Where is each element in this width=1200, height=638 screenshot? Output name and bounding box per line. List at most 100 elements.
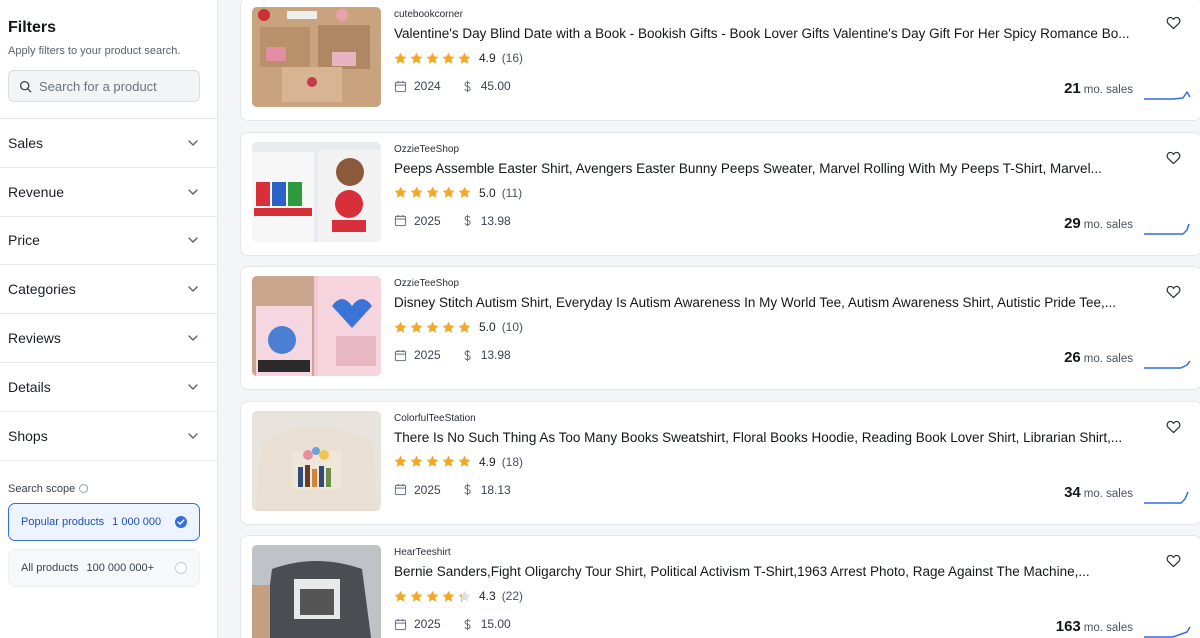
monthly-sales: 29 mo. sales [1064,215,1133,232]
scope-all-products[interactable]: All products 100 000 000+ [8,548,200,587]
sales-count: 26 [1064,349,1081,366]
product-results: cutebookcorner Valentine's Day Blind Date… [218,0,1200,638]
calendar-icon [394,80,407,92]
sales-sparkline [1144,491,1189,504]
heart-icon[interactable] [1166,420,1181,434]
filter-categories[interactable]: Categories [0,265,217,315]
filter-sales[interactable]: Sales [0,119,217,168]
sidebar-title: Filters [8,19,57,36]
rating: 4.3 (22) [394,589,523,603]
shop-name[interactable]: ColorfulTeeStation [394,413,476,424]
star-icon [458,321,471,333]
search-icon [19,80,32,92]
sidebar-subtitle: Apply filters to your product search. [8,45,181,57]
shop-name[interactable]: OzzieTeeShop [394,278,459,289]
filter-reviews[interactable]: Reviews [0,314,217,363]
product-meta: 2025 13.98 [394,214,511,228]
product-title[interactable]: Valentine's Day Blind Date with a Book -… [394,26,1139,41]
chevron-down-icon [188,286,198,292]
product-image[interactable] [252,276,381,376]
star-rating [394,186,471,199]
star-icon [410,52,423,64]
filter-label: Shops [8,427,48,444]
filter-label: Categories [8,281,76,298]
product-card[interactable]: HearTeeshirt Bernie Sanders,Fight Oligarc… [240,535,1200,638]
star-icon [426,186,439,198]
heart-icon[interactable] [1166,554,1181,568]
product-price: 13.98 [480,213,511,228]
chevron-down-icon [188,140,198,146]
rating-value: 4.9 [479,51,496,65]
review-count: (16) [501,51,524,65]
review-count: (11) [501,185,523,200]
product-title[interactable]: Peeps Assemble Easter Shirt, Avengers Ea… [394,161,1139,176]
chevron-down-icon [188,188,198,195]
listing-year: 2025 [414,617,441,631]
info-icon[interactable] [79,484,89,494]
product-image[interactable] [252,7,381,107]
star-icon [394,590,407,602]
scope-popular-products[interactable]: Popular products 1 000 000 [8,502,200,541]
sales-label: mo. sales [1083,84,1133,96]
shop-name[interactable]: cutebookcorner [394,9,463,20]
product-image[interactable] [252,141,381,242]
product-meta: 2025 15.00 [394,617,511,631]
search-scope-heading: Search scope [8,483,217,495]
search-input[interactable] [39,78,189,94]
monthly-sales: 163 mo. sales [1056,618,1133,635]
chevron-down-icon [188,237,198,244]
check-icon[interactable] [175,515,187,528]
product-card[interactable]: cutebookcorner Valentine's Day Blind Date… [240,0,1200,121]
search-box[interactable] [8,70,200,102]
calendar-icon [394,618,407,630]
rating: 4.9 (16) [394,51,523,65]
product-image[interactable] [252,410,381,511]
chevron-down-icon [188,335,198,341]
star-icon [394,186,407,198]
sales-sparkline [1144,360,1191,369]
heart-icon[interactable] [1166,285,1181,299]
product-card[interactable]: OzzieTeeShop Disney Stitch Autism Shirt, … [240,266,1200,390]
product-card[interactable]: OzzieTeeShop Peeps Assemble Easter Shirt,… [240,131,1200,256]
product-card[interactable]: ColorfulTeeStation There Is No Such Thing… [240,400,1200,525]
dollar-icon [464,80,471,92]
shop-name[interactable]: OzzieTeeShop [394,144,459,155]
radio-icon[interactable] [175,561,187,574]
product-title[interactable]: Bernie Sanders,Fight Oligarchy Tour Shir… [394,564,1139,579]
product-price: 18.13 [480,482,511,497]
filter-shops[interactable]: Shops [0,412,217,461]
heart-icon[interactable] [1166,151,1181,165]
star-icon [442,455,455,467]
product-price: 13.98 [480,348,511,362]
star-icon [442,321,455,333]
filter-list: Sales Revenue Price Categories Reviews Detail… [0,118,217,461]
filter-revenue[interactable]: Revenue [0,168,217,217]
star-icon [410,455,423,467]
star-icon [458,590,471,602]
monthly-sales: 21 mo. sales [1064,80,1133,97]
product-title[interactable]: There Is No Such Thing As Too Many Books… [394,430,1139,445]
star-rating [394,455,471,468]
calendar-icon [394,349,407,361]
listing-year: 2025 [414,482,441,497]
shop-name[interactable]: HearTeeshirt [394,547,451,558]
sales-sparkline [1144,223,1190,235]
dollar-icon [464,214,471,227]
filter-price[interactable]: Price [0,217,217,266]
product-image[interactable] [252,545,381,638]
sales-count: 29 [1064,214,1081,232]
listing-year: 2024 [414,79,441,93]
filter-label: Revenue [8,183,65,200]
filter-label: Details [8,378,51,395]
product-title[interactable]: Disney Stitch Autism Shirt, Everyday Is … [394,295,1139,310]
heart-icon[interactable] [1166,16,1181,30]
star-icon [442,590,455,602]
dollar-icon [464,349,471,361]
calendar-icon [394,483,407,496]
star-icon [458,455,471,467]
product-meta: 2024 45.00 [394,79,511,93]
sales-count: 163 [1055,618,1081,635]
star-icon [442,186,455,198]
sales-count: 34 [1064,483,1081,501]
filter-details[interactable]: Details [0,363,217,412]
